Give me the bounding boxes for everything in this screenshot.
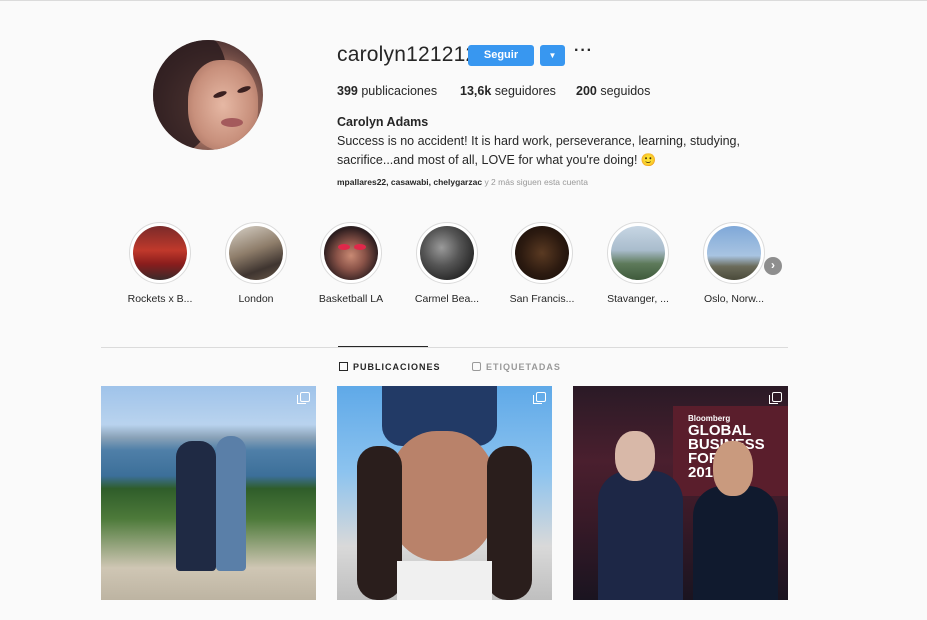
tag-icon [472, 362, 481, 371]
post-thumbnail[interactable] [101, 386, 316, 600]
highlights-next-button[interactable]: › [764, 257, 782, 275]
follow-button[interactable]: Seguir [468, 45, 534, 66]
tab-tagged[interactable]: ETIQUETADAS [472, 362, 561, 372]
tabs-divider [101, 347, 788, 348]
tab-posts[interactable]: PUBLICACIONES [339, 362, 441, 372]
multiple-photos-icon [533, 392, 546, 404]
more-options-icon[interactable]: ··· [574, 42, 593, 60]
post-thumbnail[interactable] [337, 386, 552, 600]
chevron-right-icon: › [771, 258, 775, 272]
highlight-item[interactable]: Basketball LA [311, 222, 391, 305]
profile-bio: Success is no accident! It is hard work,… [337, 134, 740, 167]
posts-stat: 399 publicaciones [337, 84, 438, 98]
following-stat[interactable]: 200 seguidos [576, 84, 650, 98]
highlight-item[interactable]: Rockets x B... [120, 222, 200, 305]
multiple-photos-icon [769, 392, 782, 404]
followed-by[interactable]: mpallares22, casawabi, chelygarzac y 2 m… [337, 177, 588, 187]
highlight-label: Carmel Bea... [414, 293, 480, 305]
profile-username: carolyn121212 [337, 43, 478, 66]
highlight-item[interactable]: Carmel Bea... [407, 222, 487, 305]
caret-down-icon: ▼ [548, 51, 557, 60]
highlight-label: Oslo, Norw... [703, 293, 765, 305]
followers-stat[interactable]: 13,6k seguidores [460, 84, 556, 98]
profile-full-name: Carolyn Adams [337, 115, 429, 129]
top-border [0, 0, 927, 1]
active-tab-indicator [338, 346, 428, 347]
highlight-item[interactable]: London [216, 222, 296, 305]
highlight-item[interactable]: Stavanger, ... [598, 222, 678, 305]
highlight-label: Rockets x B... [127, 293, 193, 305]
highlight-item[interactable]: Oslo, Norw... [694, 222, 774, 305]
profile-avatar[interactable] [153, 40, 263, 150]
grid-icon [339, 362, 348, 371]
highlight-label: London [238, 293, 274, 305]
highlight-label: San Francis... [509, 293, 575, 305]
multiple-photos-icon [297, 392, 310, 404]
highlight-item[interactable]: San Francis... [502, 222, 582, 305]
highlight-label: Basketball LA [318, 293, 384, 305]
follow-dropdown-button[interactable]: ▼ [540, 45, 565, 66]
highlight-label: Stavanger, ... [607, 293, 669, 305]
post-thumbnail[interactable]: Bloomberg GLOBALBUSINESSFORUM2019 [573, 386, 788, 600]
